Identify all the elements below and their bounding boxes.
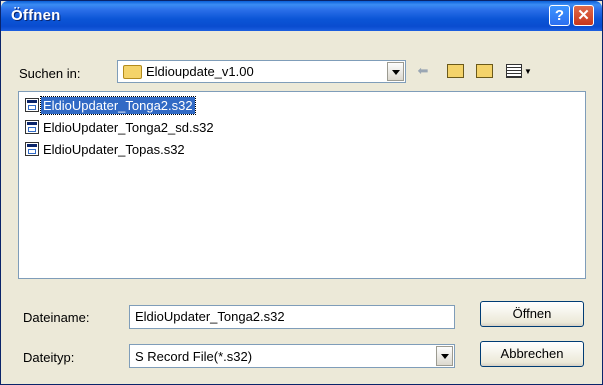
file-name: EldioUpdater_Tonga2_sd.s32 <box>43 119 214 135</box>
folder-icon <box>123 65 142 79</box>
filename-label: Dateiname: <box>23 310 90 325</box>
lookin-value: Eldioupdate_v1.00 <box>146 64 254 79</box>
title-bar[interactable]: Öffnen ? ✕ <box>1 1 602 31</box>
file-icon <box>25 142 39 156</box>
lookin-label: Suchen in: <box>19 66 81 81</box>
file-item[interactable]: EldioUpdater_Topas.s32 <box>25 140 187 158</box>
file-item[interactable]: EldioUpdater_Tonga2_sd.s32 <box>25 118 216 136</box>
file-name: EldioUpdater_Topas.s32 <box>43 141 185 157</box>
file-item[interactable]: EldioUpdater_Tonga2.s32 <box>25 95 196 115</box>
cancel-button[interactable]: Abbrechen <box>480 341 584 367</box>
close-button[interactable]: ✕ <box>573 5 594 26</box>
up-folder-icon[interactable] <box>444 61 466 81</box>
view-menu-icon[interactable]: ▼ <box>504 61 534 81</box>
filetype-dropdown[interactable]: S Record File(*.s32) <box>129 344 455 368</box>
file-icon <box>25 120 39 134</box>
filetype-value: S Record File(*.s32) <box>135 349 253 364</box>
back-arrow-icon[interactable]: ⬅ <box>412 61 434 81</box>
chevron-down-icon[interactable] <box>387 62 404 81</box>
help-button[interactable]: ? <box>549 5 570 26</box>
filename-input[interactable]: EldioUpdater_Tonga2.s32 <box>129 305 455 329</box>
chevron-down-icon[interactable] <box>436 346 453 366</box>
filetype-label: Dateityp: <box>23 350 75 365</box>
lookin-dropdown[interactable]: Eldioupdate_v1.00 <box>117 60 406 83</box>
new-folder-icon[interactable] <box>473 61 495 81</box>
file-name: EldioUpdater_Tonga2.s32 <box>40 95 196 115</box>
file-list[interactable]: EldioUpdater_Tonga2.s32 EldioUpdater_Ton… <box>18 91 586 279</box>
file-icon <box>25 98 39 112</box>
open-dialog: Öffnen ? ✕ Suchen in: Eldioupdate_v1.00 … <box>0 0 603 385</box>
open-button[interactable]: Öffnen <box>480 301 584 327</box>
dialog-title: Öffnen <box>11 7 61 24</box>
